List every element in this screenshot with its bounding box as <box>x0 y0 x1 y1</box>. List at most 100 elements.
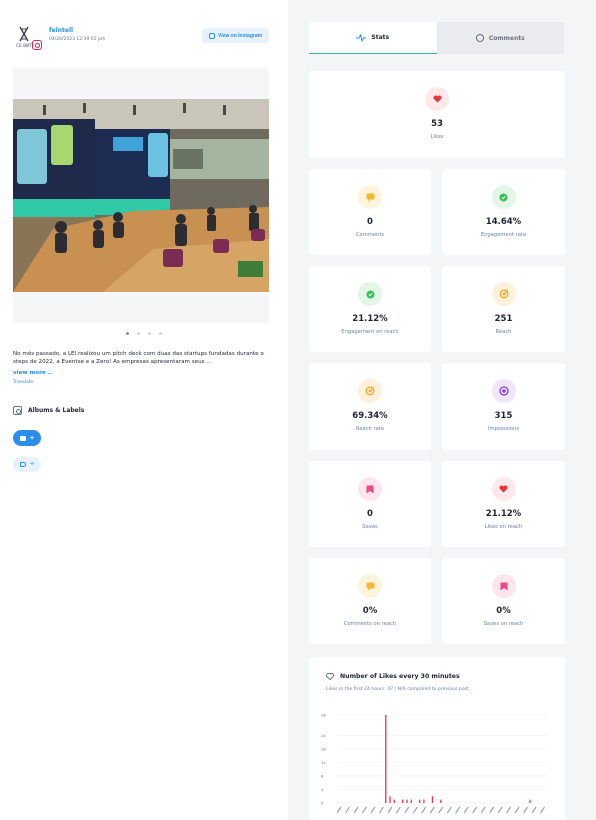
chart-ytick-label: 4 <box>321 787 324 792</box>
stat-card-reach: 251 Reach <box>442 266 565 352</box>
stat-card-saves-on-reach: 0% Saves on reach <box>442 558 565 644</box>
chart-bar[interactable] <box>410 799 412 803</box>
chart-xtick-mark <box>531 806 537 814</box>
tab-comments[interactable]: Comments <box>436 22 564 54</box>
stat-label: Likes on reach <box>484 524 523 530</box>
chart-title-row: Number of Likes every 30 minutes <box>326 673 460 680</box>
stat-value: 21.12% <box>485 509 522 519</box>
bookmark-icon <box>491 574 516 598</box>
stat-label: Engagement rate <box>480 232 527 238</box>
stat-value: 315 <box>494 411 513 421</box>
stat-label: Reach <box>495 329 512 335</box>
engagement-icon <box>358 282 382 306</box>
heart-icon <box>425 87 449 111</box>
stat-value: 21.12% <box>352 314 388 324</box>
stat-value: 0% <box>496 606 511 616</box>
chart-xtick-mark <box>404 806 410 814</box>
chart-xtick-mark <box>489 806 495 814</box>
carousel-dot-1[interactable] <box>126 332 129 335</box>
chart-bar[interactable] <box>529 799 531 803</box>
chart-xtick-mark <box>421 806 427 814</box>
chart-ytick-label: 0 <box>321 801 324 806</box>
chart-xtick-mark <box>344 806 350 814</box>
chart-ytick-label: 8 <box>321 773 324 778</box>
albums-icon <box>13 406 22 415</box>
stat-value: 251 <box>494 314 513 324</box>
stat-card-reach-rate: 69.34% Reach rate <box>309 363 431 450</box>
chart-xtick-mark <box>455 806 461 814</box>
chart-xtick-mark <box>480 806 486 814</box>
view-on-instagram-button[interactable]: View on Instagram <box>202 28 269 43</box>
stat-value: 14.64% <box>485 217 522 227</box>
view-on-instagram-label: View on Instagram <box>217 32 263 39</box>
chart-bar[interactable] <box>389 796 391 803</box>
stat-label: Saves on reach <box>483 621 524 627</box>
add-label-button[interactable]: + <box>13 457 41 472</box>
tab-comments-label: Comments <box>488 34 525 42</box>
chart-xtick-mark <box>523 806 529 814</box>
chart-bar[interactable] <box>419 799 421 803</box>
instagram-badge-icon <box>32 40 42 50</box>
chart-bar[interactable] <box>393 799 395 803</box>
albums-labels-header: Albums & Labels <box>13 406 84 415</box>
albums-labels-title: Albums & Labels <box>28 407 85 414</box>
stat-value: 0% <box>362 606 378 616</box>
translate-link[interactable]: Translate <box>13 380 33 385</box>
post-author-row: CE ВИТ feintell 04/26/2023 12:39:55 pm V… <box>13 26 269 54</box>
carousel-dot-2[interactable] <box>137 332 140 335</box>
add-album-plus: + <box>29 434 35 442</box>
likes-chart: 26 24 16 12 8 4 0 <box>321 713 549 814</box>
chart-bar[interactable] <box>440 799 442 803</box>
chart-subtitle: Likes in the first 24 hours: 47 / N/A co… <box>326 687 469 692</box>
stat-label: Comments on reach <box>343 621 397 627</box>
chart-bar[interactable] <box>385 715 387 803</box>
carousel-dots <box>0 332 288 335</box>
reach-icon <box>491 282 516 306</box>
carousel-dot-4[interactable] <box>159 332 162 335</box>
post-photo-image <box>13 99 269 292</box>
post-media-frame[interactable] <box>13 67 269 323</box>
chart-xtick-mark <box>514 806 520 814</box>
chart-ytick-label: 16 <box>321 746 326 751</box>
chart-bar[interactable] <box>431 796 434 803</box>
post-date: 04/26/2023 12:39:55 pm <box>49 37 106 42</box>
chart-xtick-mark <box>429 806 435 814</box>
post-photo[interactable] <box>13 99 269 292</box>
stat-card-comments-on-reach: 0% Comments on reach <box>309 558 431 644</box>
post-caption: No mês passado, a LEI realizou um pitch … <box>13 351 264 365</box>
impressions-icon <box>491 379 516 403</box>
instagram-icon <box>208 32 215 39</box>
stat-card-engagement-on-reach: 21.12% Engagement on reach <box>309 266 431 352</box>
comment-icon <box>358 574 382 598</box>
chart-ytick-label: 24 <box>321 733 326 738</box>
stat-value: 0 <box>367 509 373 519</box>
chart-xtick-mark <box>438 806 444 814</box>
chart-xtick-mark <box>497 806 503 814</box>
stat-card-impressions: 315 Impressions <box>442 363 565 450</box>
author-name[interactable]: feintell <box>49 27 73 34</box>
chart-xtick-mark <box>353 806 359 814</box>
stat-label: Impressions <box>487 426 520 432</box>
add-album-button[interactable]: + <box>13 430 41 446</box>
stat-card-engagement-rate: 14.64% Engagement rate <box>442 169 565 255</box>
album-icon <box>19 435 26 441</box>
stats-panel: Stats Comments 53 Likes 0 Comments 14.64% Eng… <box>288 0 596 820</box>
chart-xtick-mark <box>446 806 452 814</box>
view-more-link[interactable]: view more .. <box>13 370 52 376</box>
stat-label: Engagement on reach <box>341 329 399 335</box>
post-preview-panel: CE ВИТ feintell 04/26/2023 12:39:55 pm V… <box>0 0 288 820</box>
engagement-icon <box>491 185 516 209</box>
heart-outline-icon <box>326 673 334 680</box>
stat-card-likes: 53 Likes <box>309 71 565 158</box>
chart-bar[interactable] <box>406 799 408 803</box>
chart-bar[interactable] <box>423 799 425 803</box>
carousel-dot-3[interactable] <box>148 332 151 335</box>
reach-icon <box>358 379 382 403</box>
account-logo-caption: CE ВИТ <box>16 43 32 48</box>
stat-value: 0 <box>367 217 373 227</box>
heart-icon <box>491 477 516 501</box>
stats-tabs: Stats Comments <box>309 22 564 54</box>
chart-xtick-mark <box>361 806 367 814</box>
chart-bar[interactable] <box>402 799 404 803</box>
tab-stats[interactable]: Stats <box>309 22 437 54</box>
